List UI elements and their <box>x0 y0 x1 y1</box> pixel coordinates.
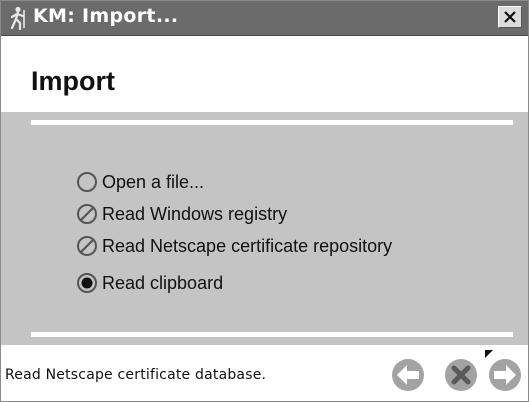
walking-person-icon <box>7 6 29 31</box>
back-button[interactable] <box>391 358 425 392</box>
page-header: Import <box>1 36 528 112</box>
corner-marker-icon <box>485 350 493 358</box>
option-label: Read clipboard <box>102 272 224 293</box>
page-title: Import <box>31 66 115 96</box>
option-open-file[interactable]: Open a file... <box>76 169 204 195</box>
title-bar[interactable]: KM: Import... <box>1 1 528 36</box>
status-bar: Read Netscape certificate database. <box>1 345 528 401</box>
radio-disabled-icon <box>77 204 97 224</box>
radio-unselected-icon[interactable] <box>76 171 98 193</box>
status-text: Read Netscape certificate database. <box>5 367 267 383</box>
close-button[interactable] <box>498 6 522 28</box>
radio-selected-icon[interactable] <box>76 272 98 294</box>
option-label: Read Netscape certificate repository <box>102 235 393 256</box>
cancel-button[interactable] <box>444 358 478 392</box>
option-netscape-repository: Read Netscape certificate repository <box>76 233 392 259</box>
bottom-divider <box>31 332 513 337</box>
option-read-clipboard[interactable]: Read clipboard <box>76 270 223 296</box>
option-label: Open a file... <box>102 171 205 192</box>
top-divider <box>31 120 513 125</box>
window-title: KM: Import... <box>33 5 179 27</box>
options-panel: Open a file... Read Windows registry Rea… <box>1 112 528 345</box>
next-button[interactable] <box>488 358 522 392</box>
option-label: Read Windows registry <box>102 203 288 224</box>
option-windows-registry: Read Windows registry <box>76 201 287 227</box>
import-window: KM: Import... Import Open a file... Read… <box>0 0 529 402</box>
radio-disabled-icon <box>77 236 97 256</box>
close-icon <box>504 11 516 23</box>
